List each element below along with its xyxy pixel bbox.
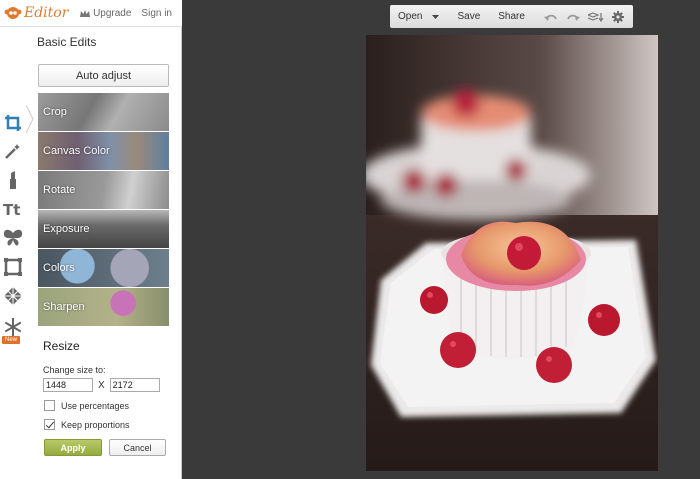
edit-sharpen[interactable]: Sharpen	[38, 288, 169, 327]
snowflake-icon	[4, 318, 22, 336]
apply-button[interactable]: Apply	[44, 439, 102, 456]
save-label: Save	[457, 11, 481, 22]
top-bar: Editor Upgrade Sign in	[0, 0, 182, 27]
tool-text[interactable]: Tt	[0, 195, 26, 223]
tool-effects[interactable]	[0, 137, 26, 165]
upgrade-link[interactable]: Upgrade	[80, 8, 131, 19]
size-separator: X	[98, 379, 105, 391]
edit-list: Crop Canvas Color Rotate Exposure Colors…	[38, 93, 169, 327]
open-menu[interactable]: Open	[390, 5, 448, 28]
change-size-label: Change size to:	[43, 365, 106, 375]
basic-edits-panel: Basic Edits Auto adjust Crop Canvas Colo…	[26, 27, 182, 479]
resize-section: Resize Change size to: X Use percentages…	[38, 333, 169, 463]
edit-label: Canvas Color	[43, 145, 110, 157]
tool-basic-edits[interactable]	[0, 109, 26, 137]
use-percentages-row[interactable]: Use percentages	[44, 400, 169, 411]
app-name: Editor	[24, 5, 69, 21]
edit-label: Exposure	[43, 223, 90, 235]
monkey-logo-icon	[4, 7, 22, 19]
auto-adjust-button[interactable]: Auto adjust	[38, 64, 169, 87]
edit-colors[interactable]: Colors	[38, 249, 169, 288]
edit-label: Sharpen	[43, 301, 85, 313]
logo[interactable]: Editor	[0, 5, 68, 21]
height-input[interactable]	[109, 378, 160, 392]
undo-icon[interactable]	[543, 12, 558, 22]
editor-toolbar: Open Save Share	[390, 5, 633, 28]
share-button[interactable]: Share	[489, 5, 534, 28]
open-label: Open	[398, 11, 423, 22]
sign-in-link[interactable]: Sign in	[141, 8, 172, 19]
edit-canvas-color[interactable]: Canvas Color	[38, 132, 169, 171]
redo-icon[interactable]	[566, 12, 580, 22]
tool-textures[interactable]	[0, 282, 26, 310]
use-percentages-checkbox[interactable]	[44, 400, 55, 411]
tool-strip: Tt New	[0, 27, 26, 479]
upgrade-label: Upgrade	[93, 7, 132, 19]
frame-icon	[4, 258, 22, 276]
share-label: Share	[498, 11, 525, 22]
save-button[interactable]: Save	[448, 5, 489, 28]
photo-canvas[interactable]	[366, 35, 658, 471]
tool-frames[interactable]	[0, 253, 26, 281]
new-badge: New	[2, 336, 20, 344]
tool-overlays[interactable]	[0, 224, 26, 252]
edit-label: Crop	[43, 106, 67, 118]
edit-exposure[interactable]: Exposure	[38, 210, 169, 249]
use-percentages-label: Use percentages	[61, 400, 130, 411]
butterfly-icon	[3, 229, 23, 246]
edit-crop[interactable]: Crop	[38, 93, 169, 132]
layers-icon[interactable]	[587, 11, 604, 22]
resize-title: Resize	[43, 339, 80, 353]
active-tool-pointer	[26, 105, 34, 133]
keep-proportions-row[interactable]: Keep proportions	[44, 419, 169, 430]
edit-label: Colors	[43, 262, 75, 274]
keep-proportions-label: Keep proportions	[61, 419, 130, 430]
crown-icon	[80, 9, 91, 17]
chevron-down-icon	[432, 14, 440, 19]
crop-icon	[5, 115, 21, 131]
edit-label: Rotate	[43, 184, 76, 196]
lipstick-icon	[10, 171, 16, 189]
magic-wand-icon	[5, 144, 20, 159]
panel-title: Basic Edits	[37, 35, 97, 49]
width-input[interactable]	[43, 378, 93, 392]
text-icon: Tt	[3, 201, 20, 217]
texture-icon	[4, 287, 22, 305]
keep-proportions-checkbox[interactable]	[44, 419, 55, 430]
svg-text:Tt: Tt	[3, 201, 20, 217]
cancel-button[interactable]: Cancel	[109, 439, 166, 456]
gear-icon[interactable]	[611, 10, 624, 23]
photo-image	[366, 35, 658, 471]
edit-rotate[interactable]: Rotate	[38, 171, 169, 210]
tool-touch-up[interactable]	[0, 166, 26, 194]
